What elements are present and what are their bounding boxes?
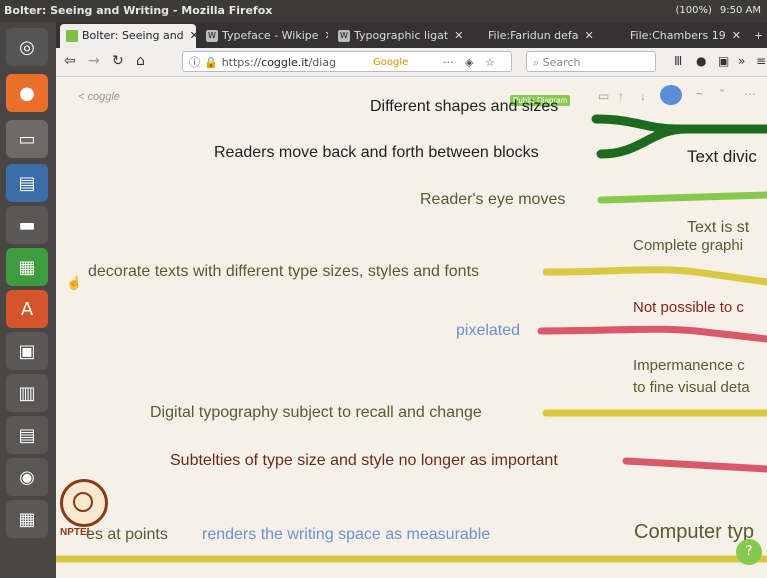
node-decorate-texts[interactable]: decorate texts with different type sizes… — [88, 263, 479, 281]
node-es-at-points[interactable]: es at points — [86, 526, 168, 544]
close-icon[interactable]: ✕ — [325, 29, 328, 42]
dash-icon[interactable]: ◎ — [6, 28, 48, 66]
app-icon-3[interactable]: ▤ — [6, 416, 48, 454]
close-icon[interactable]: ✕ — [585, 29, 594, 42]
app-icon-5[interactable]: ▦ — [6, 500, 48, 538]
page-icon — [472, 30, 484, 42]
branch-dark-green-2 — [596, 124, 691, 159]
tab-label: Typographic ligat — [354, 29, 449, 42]
wikipedia-icon: W — [206, 30, 218, 42]
hand-cursor-icon: ☝ — [66, 275, 83, 290]
search-input[interactable]: ⌕ Search — [526, 51, 656, 72]
node-subtelties[interactable]: Subtelties of type size and style no lon… — [170, 452, 558, 470]
drive-icon[interactable]: ▬ — [6, 206, 48, 244]
bookmark-star-icon[interactable]: ☆ — [485, 52, 495, 73]
branch-yellow-1 — [542, 266, 767, 286]
calc-icon[interactable]: ▦ — [6, 248, 48, 286]
app-icon-2[interactable]: ▥ — [6, 374, 48, 412]
wikipedia-icon: W — [338, 30, 350, 42]
nptel-wheel-icon — [73, 492, 93, 512]
software-center-icon[interactable]: A — [6, 290, 48, 328]
back-icon[interactable]: ⇦ — [64, 53, 76, 69]
node-text-divic[interactable]: Text divic — [687, 147, 757, 167]
library-icon[interactable]: Ⅲ — [674, 54, 682, 68]
tab-faridun[interactable]: File:Faridun defa ✕ — [466, 24, 604, 48]
tab-label: Typeface - Wikipe — [222, 29, 319, 42]
reload-icon[interactable]: ↻ — [112, 53, 124, 69]
tab-strip: Bolter: Seeing and✕ WTypeface - Wikipe✕ … — [56, 22, 767, 48]
files-icon[interactable]: ▭ — [6, 120, 48, 158]
writer-icon[interactable]: ▤ — [6, 164, 48, 202]
info-icon[interactable]: ⓘ — [189, 56, 200, 69]
comment-icon[interactable]: ▭ — [598, 89, 609, 103]
node-computer-typ[interactable]: Computer typ — [634, 521, 754, 544]
app-icon-4[interactable]: ◉ — [6, 458, 48, 496]
window-title: Bolter: Seeing and Writing - Mozilla Fir… — [4, 4, 273, 17]
coggle-back-link[interactable]: < coggle — [78, 91, 120, 103]
extension-icon[interactable]: ● — [696, 54, 706, 68]
coggle-icon — [66, 30, 78, 42]
menu-icon[interactable]: ≡ — [756, 54, 766, 68]
nptel-logo — [60, 479, 108, 527]
search-icon: ⌕ — [533, 56, 540, 69]
download-icon[interactable]: ↓ — [640, 89, 646, 103]
help-button[interactable]: ? — [736, 539, 762, 565]
close-icon[interactable]: ✕ — [732, 29, 741, 42]
tab-typographic[interactable]: W Typographic ligat ✕ — [332, 24, 462, 48]
node-complete-graphi[interactable]: Complete graphi — [633, 237, 743, 254]
nptel-logo-text: NPTEL — [60, 527, 93, 538]
close-icon[interactable]: ✕ — [454, 29, 462, 42]
search-placeholder: Search — [542, 56, 581, 69]
more-icon[interactable]: ⋯ — [744, 87, 756, 101]
new-tab-button[interactable]: + — [748, 24, 766, 48]
coggle-canvas[interactable]: < coggle Public Diagram ▭ ↑ ↓ ~ ” ⋯ Diff… — [56, 77, 767, 578]
page-icon — [614, 30, 626, 42]
battery-indicator[interactable]: (100%) — [675, 0, 711, 22]
system-top-panel: Bolter: Seeing and Writing - Mozilla Fir… — [0, 0, 767, 22]
google-search-engine[interactable]: Google — [373, 52, 408, 73]
url-prefix: https:// — [221, 56, 262, 69]
node-impermanence[interactable]: Impermanence c — [633, 357, 745, 374]
close-icon[interactable]: ✕ — [190, 29, 196, 42]
system-status-area: (100%) 9:50 AM — [675, 0, 761, 22]
branch-red-2 — [622, 457, 767, 473]
node-readers-move[interactable]: Readers move back and forth between bloc… — [214, 144, 539, 162]
launcher: ◎ ● ▭ ▤ ▬ ▦ A ▣ ▥ ▤ ◉ ▦ — [0, 22, 56, 578]
url-bar[interactable]: ⓘ 🔒 https://coggle.it/diag Google ··· ◈ ☆ — [182, 51, 512, 72]
pocket-icon[interactable]: ◈ — [465, 52, 473, 73]
node-digital-typography[interactable]: Digital typography subject to recall and… — [150, 404, 482, 422]
forward-icon[interactable]: → — [88, 53, 100, 69]
tab-chambers[interactable]: File:Chambers 19 ✕ — [608, 24, 744, 48]
tab-bolter[interactable]: Bolter: Seeing and ✕ — [60, 24, 196, 48]
quote-icon[interactable]: ” — [720, 87, 724, 101]
app-icon[interactable]: ▣ — [6, 332, 48, 370]
lock-icon: 🔒 — [204, 56, 218, 69]
overflow-icon[interactable]: » — [738, 54, 745, 68]
home-icon[interactable]: ⌂ — [136, 53, 145, 69]
history-icon[interactable]: ~ — [696, 87, 703, 101]
firefox-icon[interactable]: ● — [6, 74, 48, 112]
page-actions-icon[interactable]: ··· — [443, 52, 454, 73]
avatar[interactable] — [660, 85, 682, 105]
node-not-possible[interactable]: Not possible to c — [633, 299, 744, 316]
branch-red-1 — [537, 325, 767, 343]
clock[interactable]: 9:50 AM — [720, 0, 761, 22]
url-path: /diag — [308, 56, 337, 69]
tab-typeface[interactable]: W Typeface - Wikipe ✕ — [200, 24, 328, 48]
reader-icon[interactable]: ▣ — [718, 54, 729, 68]
node-readers-eye[interactable]: Reader's eye moves — [420, 191, 565, 209]
tab-label: File:Chambers 19 — [630, 29, 726, 42]
upload-icon[interactable]: ↑ — [618, 89, 624, 103]
node-different-shapes[interactable]: Different shapes and sizes — [370, 98, 558, 116]
navigation-toolbar: ⇦ → ↻ ⌂ ⓘ 🔒 https://coggle.it/diag Google … — [56, 48, 767, 77]
tab-label: Bolter: Seeing and — [82, 29, 184, 42]
branch-light-green — [597, 191, 767, 204]
url-domain: coggle.it — [261, 56, 309, 69]
node-pixelated[interactable]: pixelated — [456, 322, 520, 340]
node-renders-writing-space[interactable]: renders the writing space as measurable — [202, 526, 490, 544]
node-text-is-st[interactable]: Text is st — [687, 219, 749, 237]
tab-label: File:Faridun defa — [488, 29, 579, 42]
node-fine-visual[interactable]: to fine visual deta — [633, 379, 750, 396]
